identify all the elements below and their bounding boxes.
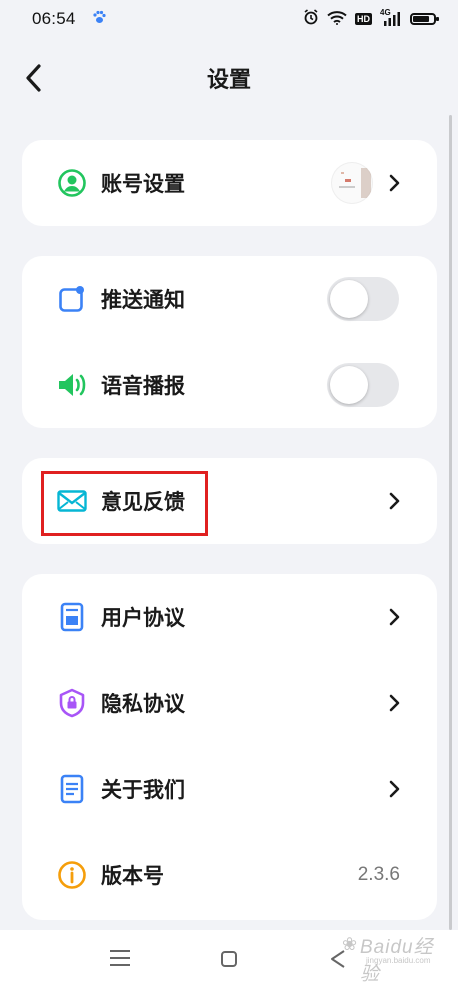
- speaker-icon: [56, 369, 88, 401]
- push-notification-row: 推送通知: [22, 256, 437, 342]
- file-text-icon: [56, 773, 88, 805]
- push-notification-label: 推送通知: [101, 288, 185, 312]
- wifi-icon: [327, 10, 347, 29]
- account-settings-row[interactable]: 账号设置: [22, 140, 437, 226]
- voice-broadcast-label: 语音播报: [101, 374, 185, 398]
- home-button[interactable]: [221, 951, 237, 967]
- privacy-agreement-label: 隐私协议: [101, 692, 185, 716]
- notifications-card: 推送通知 语音播报: [22, 256, 437, 428]
- status-left: 06:54: [32, 9, 106, 29]
- recent-apps-button[interactable]: [110, 950, 130, 968]
- push-notification-toggle[interactable]: [327, 277, 399, 321]
- chevron-right-icon: [387, 607, 401, 627]
- about-us-label: 关于我们: [101, 778, 185, 802]
- signal-icon: 4G: [380, 8, 402, 27]
- status-time: 06:54: [32, 9, 76, 28]
- account-card: 账号设置: [22, 140, 437, 226]
- battery-fill: [413, 16, 429, 22]
- highlight-annotation-box: [41, 471, 208, 536]
- chevron-right-icon: [387, 779, 401, 799]
- alarm-icon: [303, 9, 319, 29]
- about-card: 用户协议 隐私协议 关于我们 版本号 2.3.6: [22, 574, 437, 920]
- baidu-watermark: ❀ Baidu经验 jingyan.baidu.com: [334, 930, 434, 985]
- baidu-paw-icon: [92, 10, 106, 28]
- voice-broadcast-toggle[interactable]: [327, 363, 399, 407]
- watermark-sub: jingyan.baidu.com: [366, 956, 431, 965]
- document-icon: [56, 601, 88, 633]
- battery-icon: [410, 13, 439, 25]
- watermark-paw-icon: ❀: [342, 934, 358, 954]
- version-row: 版本号 2.3.6: [22, 832, 437, 918]
- chevron-right-icon: [387, 693, 401, 713]
- toggle-knob: [330, 366, 368, 404]
- nav-bar: 设置: [0, 40, 458, 114]
- about-us-row[interactable]: 关于我们: [22, 746, 437, 832]
- chevron-right-icon: [387, 173, 401, 193]
- user-agreement-label: 用户协议: [101, 606, 185, 630]
- scrollbar[interactable]: [449, 115, 452, 930]
- status-bar: 06:54 HD 4G: [0, 0, 458, 38]
- voice-broadcast-row: 语音播报: [22, 342, 437, 428]
- chevron-right-icon: [387, 491, 401, 511]
- hd-badge: HD: [355, 13, 372, 25]
- version-label: 版本号: [101, 864, 164, 888]
- user-circle-icon: [56, 167, 88, 199]
- info-icon: [56, 859, 88, 891]
- privacy-agreement-row[interactable]: 隐私协议: [22, 660, 437, 746]
- user-agreement-row[interactable]: 用户协议: [22, 574, 437, 660]
- avatar[interactable]: [331, 162, 373, 204]
- page-title: 设置: [206, 68, 251, 93]
- notification-icon: [56, 283, 88, 315]
- shield-lock-icon: [56, 687, 88, 719]
- account-settings-label: 账号设置: [101, 172, 185, 196]
- version-value: 2.3.6: [357, 864, 400, 885]
- status-right: HD 4G: [303, 8, 439, 29]
- toggle-knob: [330, 280, 368, 318]
